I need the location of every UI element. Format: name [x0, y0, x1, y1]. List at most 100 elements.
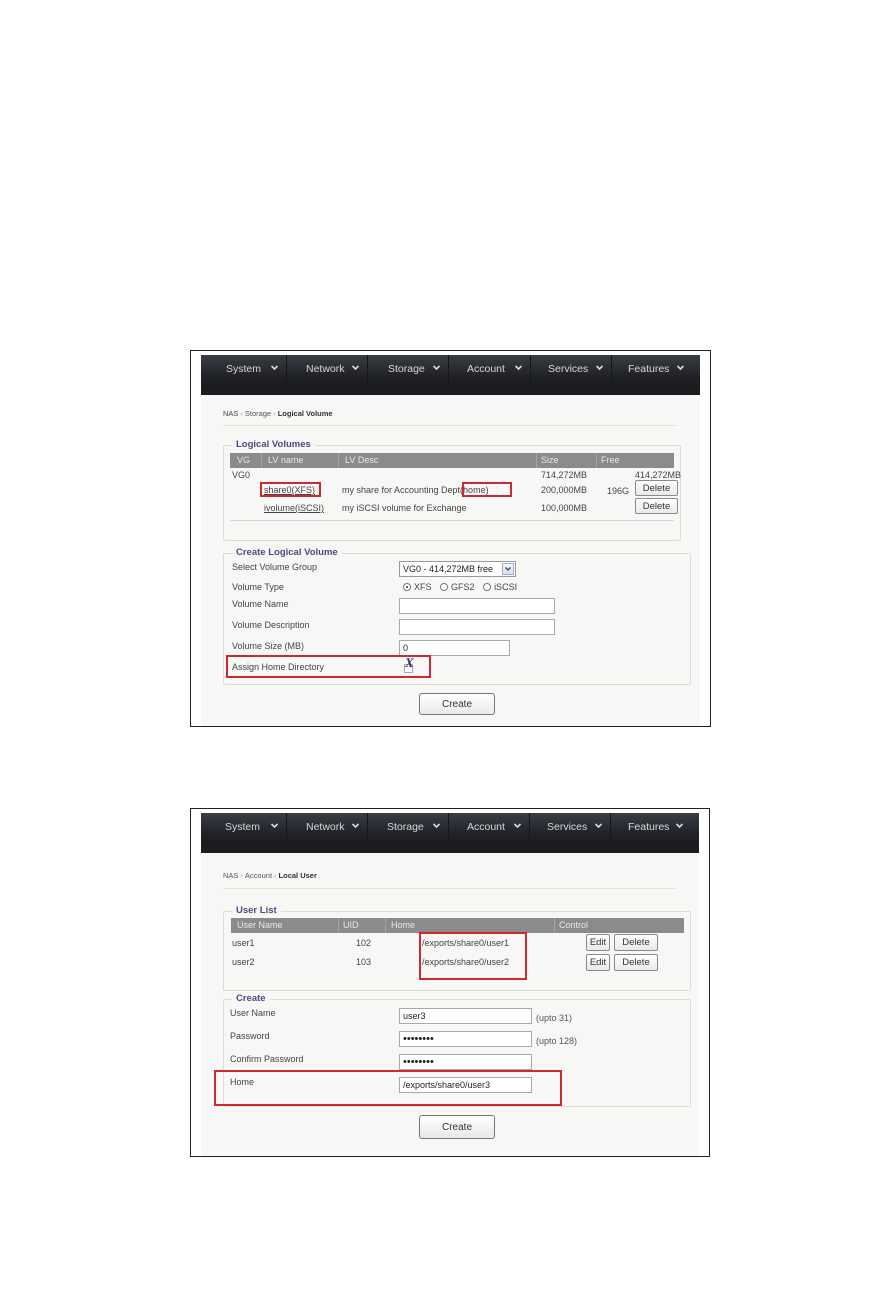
volume-name-input[interactable]	[399, 598, 555, 614]
user-uid: 103	[356, 957, 372, 967]
divider	[223, 888, 677, 889]
dropdown-arrow-icon	[502, 563, 514, 575]
username-hint: (upto 31)	[536, 1013, 573, 1023]
chevron-down-icon	[676, 822, 683, 829]
user-list-section: User List User Name UID Home Control use…	[223, 905, 691, 991]
volume-group-select[interactable]: VG0 - 414,272MB free	[399, 561, 516, 577]
edit-button[interactable]: Edit	[586, 954, 610, 971]
chevron-down-icon	[514, 822, 521, 829]
volume-size-label: Volume Size (MB)	[232, 641, 305, 651]
lv-free: 196G	[607, 486, 630, 496]
nav-account[interactable]: Account	[449, 355, 531, 383]
nav-network[interactable]: Network	[287, 813, 368, 841]
chevron-down-icon	[352, 364, 359, 371]
vg-size: 714,272MB	[541, 470, 588, 480]
create-button[interactable]: Create	[419, 1115, 495, 1139]
breadcrumb: NAS › Storage › Logical Volume	[223, 409, 333, 418]
volume-size-input[interactable]: 0	[399, 640, 510, 656]
lv-desc: my share for Accounting Dept(home)	[342, 485, 489, 495]
lv-name-link[interactable]: ivolume(iSCSI)	[264, 503, 324, 513]
create-user-section: Create User Name user3 (upto 31) Passwor…	[214, 993, 691, 1107]
table-header: User Name UID Home Control	[231, 918, 684, 933]
main-navbar: System Network Storage Account Services …	[201, 355, 700, 395]
nav-services[interactable]: Services	[530, 813, 611, 841]
nav-features[interactable]: Features	[612, 355, 692, 383]
breadcrumb-storage[interactable]: Storage	[245, 409, 271, 418]
user-name: user2	[232, 957, 255, 967]
nav-storage[interactable]: Storage	[368, 813, 449, 841]
chevron-down-icon	[515, 364, 522, 371]
chevron-down-icon	[271, 364, 278, 371]
section-title: Logical Volumes	[232, 439, 315, 450]
password-hint: (upto 128)	[536, 1036, 578, 1046]
delete-button[interactable]: Delete	[614, 934, 658, 951]
create-logical-volume-section: Create Logical Volume Select Volume Grou…	[223, 547, 691, 685]
username-label: User Name	[230, 1008, 276, 1018]
password-input[interactable]	[399, 1031, 532, 1047]
radio-iscsi[interactable]: iSCSI	[483, 582, 517, 592]
lv-desc: my iSCSI volume for Exchange	[342, 503, 467, 513]
chevron-down-icon	[596, 364, 603, 371]
section-title: Create	[232, 993, 270, 1004]
content-panel: NAS › Account › Local User User List User Na…	[201, 853, 699, 1156]
volume-description-label: Volume Description	[232, 620, 310, 630]
delete-button[interactable]: Delete	[614, 954, 658, 971]
divider	[223, 425, 678, 426]
section-title: Create Logical Volume	[232, 547, 342, 558]
chevron-down-icon	[352, 822, 359, 829]
screenshot-local-user: System Network Storage Account Services …	[190, 808, 710, 1157]
confirm-password-label: Confirm Password	[230, 1054, 304, 1064]
lv-size: 100,000MB	[541, 503, 588, 513]
breadcrumb-current: Local User	[278, 871, 317, 880]
volume-group-label: Select Volume Group	[232, 562, 318, 572]
table-header: VG LV name LV Desc Size Free	[230, 453, 674, 468]
username-input[interactable]: user3	[399, 1008, 532, 1024]
password-label: Password	[230, 1031, 270, 1041]
delete-button[interactable]: Delete	[635, 498, 678, 514]
nav-account[interactable]: Account	[449, 813, 530, 841]
user-home: /exports/share0/user2	[422, 957, 510, 967]
assign-home-label: Assign Home Directory	[232, 662, 325, 672]
delete-button[interactable]: Delete	[635, 480, 678, 496]
create-button[interactable]: Create	[419, 693, 495, 715]
nav-network[interactable]: Network	[287, 355, 368, 383]
breadcrumb-nas[interactable]: NAS	[223, 409, 238, 418]
lv-name-link[interactable]: share0(XFS)	[264, 485, 315, 495]
radio-gfs2[interactable]: GFS2	[440, 582, 475, 592]
nav-storage[interactable]: Storage	[368, 355, 449, 383]
breadcrumb-current: Logical Volume	[277, 409, 333, 418]
chevron-down-icon	[433, 364, 440, 371]
section-title: User List	[232, 905, 281, 916]
user-home: /exports/share0/user1	[422, 938, 510, 948]
vg-free: 414,272MB	[635, 470, 682, 480]
logical-volumes-section: Logical Volumes VG LV name LV Desc Size …	[223, 439, 682, 541]
user-name: user1	[232, 938, 255, 948]
content-panel: NAS › Storage › Logical Volume Logical Volum…	[201, 395, 700, 726]
chevron-down-icon	[595, 822, 602, 829]
confirm-password-input[interactable]	[399, 1054, 532, 1070]
breadcrumb: NAS › Account › Local User	[223, 871, 317, 880]
user-uid: 102	[356, 938, 372, 948]
chevron-down-icon	[271, 822, 278, 829]
home-input[interactable]: /exports/share0/user3	[399, 1077, 532, 1093]
volume-type-label: Volume Type	[232, 582, 284, 592]
nav-features[interactable]: Features	[611, 813, 691, 841]
checkmark-x-icon: X	[405, 655, 414, 670]
volume-description-input[interactable]	[399, 619, 555, 635]
vg-name: VG0	[232, 470, 251, 480]
breadcrumb-account[interactable]: Account	[245, 871, 272, 880]
lv-size: 200,000MB	[541, 485, 588, 495]
edit-button[interactable]: Edit	[586, 934, 610, 951]
nav-system[interactable]: System	[201, 813, 287, 841]
chevron-down-icon	[677, 364, 684, 371]
nav-services[interactable]: Services	[531, 355, 612, 383]
breadcrumb-nas[interactable]: NAS	[223, 871, 238, 880]
volume-name-label: Volume Name	[232, 599, 289, 609]
chevron-down-icon	[433, 822, 440, 829]
radio-xfs[interactable]: XFS	[403, 582, 432, 592]
main-navbar: System Network Storage Account Services …	[201, 813, 699, 853]
nav-system[interactable]: System	[201, 355, 287, 383]
volume-type-radio-group: XFS GFS2 iSCSI	[403, 582, 523, 592]
screenshot-logical-volume: System Network Storage Account Services …	[190, 350, 711, 727]
home-label: Home	[230, 1077, 255, 1087]
